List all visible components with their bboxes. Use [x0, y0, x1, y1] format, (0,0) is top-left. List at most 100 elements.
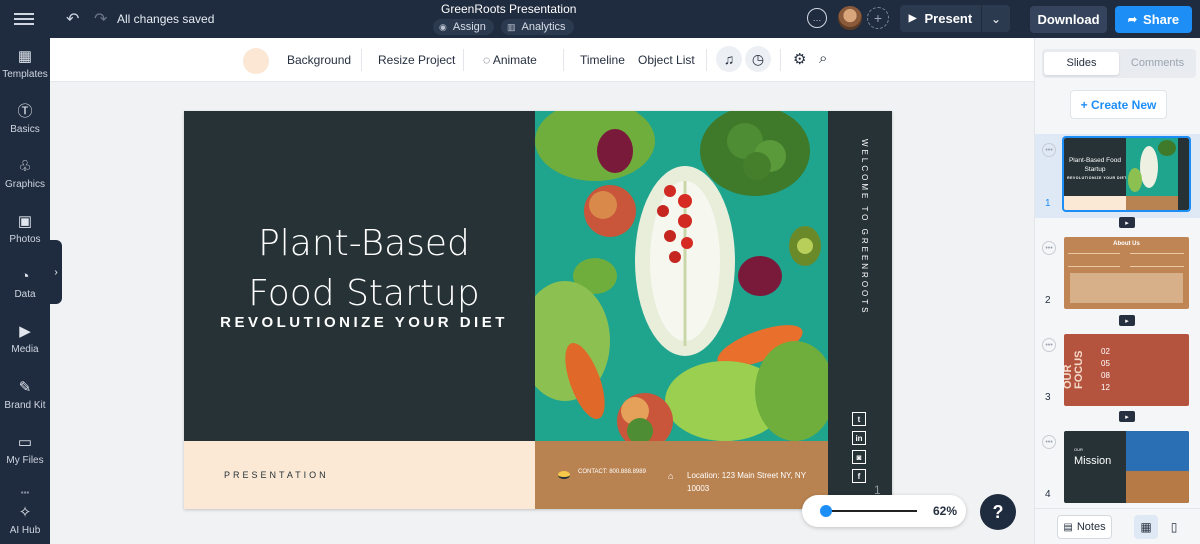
slide-number: 2 [1045, 295, 1051, 306]
thumb-title: Mission [1074, 455, 1112, 467]
transition-icon[interactable]: ▸ [1119, 411, 1135, 422]
undo-icon[interactable]: ↶ [66, 9, 79, 29]
slide-title[interactable]: Plant-Based Food Startup [184, 219, 544, 319]
sidebar-item-label: Data [14, 289, 36, 300]
welcome-vertical-text[interactable]: WELCOME TO GREENROOTS [860, 139, 869, 316]
document-title[interactable]: GreenRoots Presentation [441, 2, 576, 16]
download-button[interactable]: Download [1030, 6, 1107, 33]
brand-kit-icon: ✎ [18, 379, 32, 396]
more-icon[interactable]: ▪▪▪ [0, 488, 50, 497]
music-icon[interactable]: ♫ [716, 46, 742, 72]
expand-panel-button[interactable]: › [50, 240, 62, 304]
add-collaborator-icon[interactable]: + [867, 7, 889, 29]
slide-number: 3 [1045, 392, 1051, 403]
sidebar-item-label: Photos [9, 234, 41, 245]
instagram-icon[interactable]: ◙ [852, 450, 866, 464]
tab-slides[interactable]: Slides [1044, 52, 1119, 75]
divider [361, 49, 362, 71]
thumb-subtitle: REVOLUTIONIZE YOUR DIET [1067, 176, 1127, 180]
transition-icon[interactable]: ▸ [1119, 315, 1135, 326]
sidebar-item-ai-hub[interactable]: ✧ AI Hub [0, 504, 50, 536]
background-button[interactable]: Background [287, 53, 351, 67]
list-view-icon[interactable]: ▯ [1162, 515, 1186, 539]
presentation-label[interactable]: PRESENTATION [224, 470, 329, 480]
slide-options-icon[interactable]: ••• [1042, 338, 1056, 352]
thumb-list-item: 05 [1101, 359, 1110, 368]
sidebar-item-label: Templates [2, 69, 48, 80]
notes-icon: ▤ [1063, 521, 1073, 533]
slide-thumbnail-2[interactable]: About Us [1064, 237, 1189, 309]
chevron-down-icon[interactable]: ⌄ [982, 12, 1010, 26]
phone-icon [558, 471, 570, 479]
top-bar: ↶ ↷ All changes saved GreenRoots Present… [0, 0, 1200, 38]
timer-icon[interactable]: ◷ [745, 46, 771, 72]
zoom-slider-track[interactable] [822, 510, 917, 512]
resize-project-button[interactable]: Resize Project [378, 53, 455, 67]
sidebar-item-label: Basics [10, 124, 40, 135]
menu-icon[interactable] [14, 10, 34, 26]
sidebar-item-label: Brand Kit [4, 400, 46, 411]
divider [463, 49, 464, 71]
facebook-icon[interactable]: f [852, 469, 866, 483]
background-color-swatch[interactable] [243, 48, 269, 74]
sidebar-item-data[interactable]: ◔ Data [0, 268, 50, 300]
grid-view-icon[interactable]: ▦ [1134, 515, 1158, 539]
sidebar-item-label: My Files [6, 455, 44, 466]
data-icon: ◔ [20, 268, 30, 285]
slide-options-icon[interactable]: ••• [1042, 241, 1056, 255]
notes-button[interactable]: ▤ Notes [1057, 515, 1112, 539]
create-new-slide-button[interactable]: + Create New [1070, 90, 1167, 119]
sidebar-item-templates[interactable]: ▦ Templates [0, 48, 50, 80]
settings-icon[interactable]: ⚙ [793, 50, 806, 68]
sidebar-item-basics[interactable]: Ⓣ Basics [0, 103, 50, 135]
slide-options-icon[interactable]: ••• [1042, 435, 1056, 449]
location-text[interactable]: Location: 123 Main Street NY, NY 10003 [687, 469, 817, 495]
analytics-button[interactable]: ▥ Analytics [501, 19, 574, 35]
thumb-title: OUR FOCUS [1064, 350, 1085, 390]
transition-icon[interactable]: ▸ [1119, 217, 1135, 228]
slide-thumbnail-4[interactable]: OUR Mission [1064, 431, 1189, 503]
redo-icon[interactable]: ↷ [94, 9, 107, 29]
search-replace-icon[interactable]: ⌕ [819, 50, 827, 67]
object-list-button[interactable]: Object List [638, 53, 695, 67]
slide-thumbnail-3[interactable]: OUR FOCUS 02 05 08 12 [1064, 334, 1189, 406]
basics-icon: Ⓣ [17, 103, 33, 120]
share-button[interactable]: ➦ Share [1115, 6, 1192, 33]
tab-comments[interactable]: Comments [1120, 52, 1195, 75]
assign-icon: ◉ [439, 21, 447, 32]
animate-button[interactable]: ◌ Animate [483, 53, 537, 67]
sidebar-item-my-files[interactable]: ▭ My Files [0, 434, 50, 466]
timeline-button[interactable]: Timeline [580, 53, 625, 67]
twitter-icon[interactable]: t [852, 412, 866, 426]
animate-label: Animate [492, 53, 537, 67]
vegetables-photo[interactable] [535, 111, 828, 441]
editor-toolbar: Background Resize Project ◌ Animate Time… [50, 38, 1034, 82]
slide-options-icon[interactable]: ••• [1042, 143, 1056, 157]
share-label: Share [1143, 12, 1180, 27]
sidebar-item-media[interactable]: ▶ Media [0, 323, 50, 355]
slide-canvas[interactable]: Plant-Based Food Startup REVOLUTIONIZE Y… [184, 111, 892, 509]
zoom-value[interactable]: 62% [933, 504, 957, 518]
avatar[interactable] [838, 6, 862, 30]
slide-title-line1[interactable]: Plant-Based [184, 219, 544, 269]
sidebar-item-graphics[interactable]: ♧ Graphics [0, 158, 50, 190]
comment-icon[interactable]: … [807, 8, 827, 28]
sidebar-item-brand-kit[interactable]: ✎ Brand Kit [0, 379, 50, 411]
help-button[interactable]: ? [980, 494, 1016, 530]
sidebar-item-photos[interactable]: ▣ Photos [0, 213, 50, 245]
thumb-list-item: 08 [1101, 371, 1110, 380]
photos-icon: ▣ [17, 213, 33, 230]
slide-thumbnail-1[interactable]: Plant-Based Food Startup REVOLUTIONIZE Y… [1062, 136, 1191, 212]
contact-text[interactable]: CONTACT: 800.888.8989 [578, 469, 646, 475]
thumb-title: Plant-Based Food Startup [1068, 157, 1122, 173]
present-label: Present [924, 11, 973, 26]
zoom-control: 62% [802, 495, 966, 527]
slide-title-line2[interactable]: Food Startup [184, 269, 544, 319]
linkedin-icon[interactable]: in [852, 431, 866, 445]
vegetables-illustration [535, 111, 828, 441]
animate-icon: ◌ [483, 53, 491, 67]
present-button[interactable]: ▶ Present ⌄ [900, 5, 1010, 32]
zoom-slider-handle[interactable] [819, 505, 832, 517]
slide-subtitle[interactable]: REVOLUTIONIZE YOUR DIET [184, 314, 544, 331]
assign-button[interactable]: ◉ Assign [433, 19, 494, 35]
